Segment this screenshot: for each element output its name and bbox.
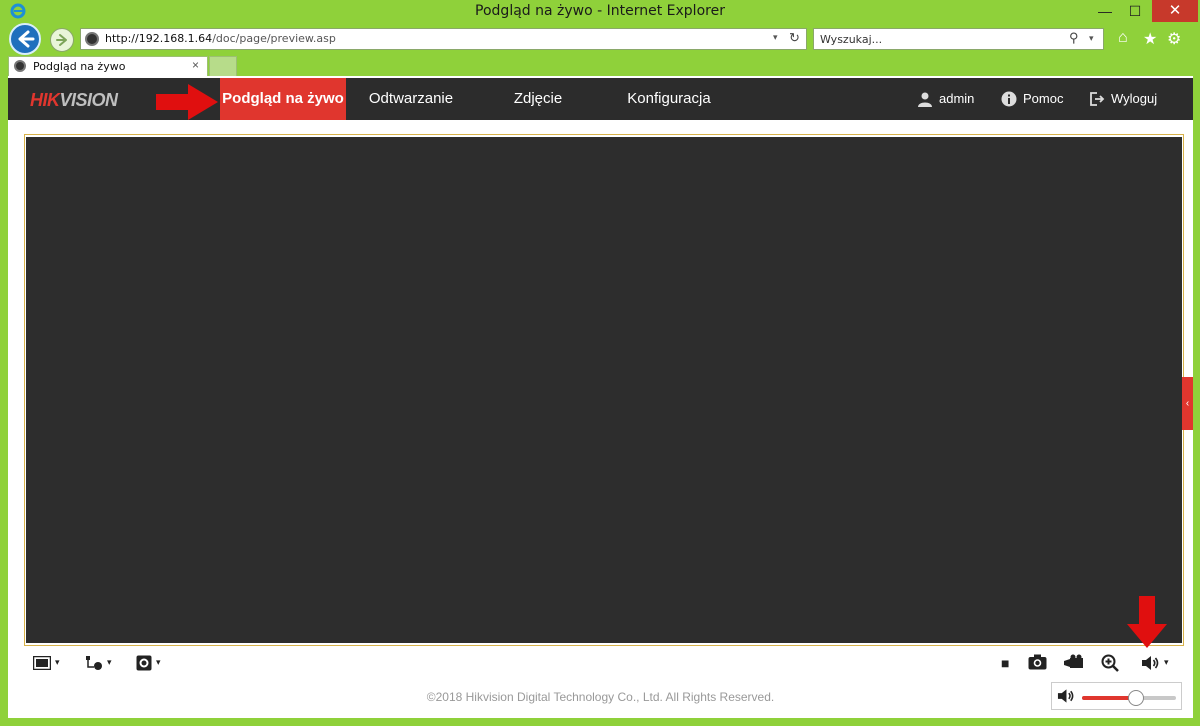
address-bar[interactable]: http://192.168.1.64/doc/page/preview.asp… — [80, 28, 807, 50]
browser-window: Podgląd na żywo - Internet Explorer — ☐ … — [0, 0, 1200, 726]
maximize-button[interactable]: ☐ — [1120, 0, 1150, 22]
refresh-icon[interactable]: ↻ — [789, 30, 800, 46]
zoom-in-icon — [1101, 654, 1119, 672]
live-video-area[interactable] — [26, 137, 1182, 643]
tab-label: Podgląd na żywo — [33, 60, 126, 73]
close-window-button[interactable]: ✕ — [1152, 0, 1198, 22]
annotation-arrow-right-icon — [156, 84, 218, 120]
user-icon — [918, 92, 932, 107]
window-layout-icon — [32, 655, 52, 671]
hikvision-logo: HIKVISION — [30, 90, 118, 110]
forward-arrow-icon — [56, 34, 67, 46]
info-icon — [1001, 91, 1017, 107]
stop-live-view-button[interactable]: ■ — [1001, 655, 1009, 675]
back-arrow-icon — [18, 30, 35, 48]
tab-live-view[interactable]: Podgląd na żywo × — [8, 56, 208, 76]
home-icon[interactable]: ⌂ — [1118, 29, 1128, 47]
window-title: Podgląd na żywo - Internet Explorer — [475, 3, 725, 19]
tab-strip: Podgląd na żywo × — [0, 56, 1200, 76]
volume-slider-track[interactable] — [1082, 690, 1176, 706]
menu-picture[interactable]: Zdjęcie — [498, 78, 578, 120]
user-menu[interactable]: admin — [917, 78, 974, 120]
search-input[interactable]: Wyszukaj... — [820, 33, 882, 46]
volume-popup — [1051, 682, 1182, 710]
back-button[interactable] — [9, 23, 41, 55]
favorites-star-icon[interactable]: ★ — [1143, 29, 1157, 49]
search-icon[interactable]: ⚲ — [1069, 30, 1079, 46]
username-label: admin — [939, 91, 975, 106]
plugin-type-button[interactable]: ▾ — [136, 654, 161, 674]
menu-configuration[interactable]: Konfiguracja — [614, 78, 724, 120]
forward-button[interactable] — [50, 28, 74, 52]
new-tab-button[interactable] — [209, 56, 237, 76]
logout-icon — [1090, 91, 1105, 106]
audio-button[interactable]: ▾ — [1141, 654, 1169, 674]
plugin-player-icon — [136, 655, 152, 671]
stream-type-button[interactable]: ▾ — [85, 654, 112, 674]
search-dropdown-icon[interactable]: ▾ — [1089, 33, 1094, 44]
capture-button[interactable] — [1028, 654, 1047, 674]
minimize-button[interactable]: — — [1090, 0, 1120, 22]
address-dropdown-icon[interactable]: ▾ — [773, 32, 778, 43]
title-bar: Podgląd na żywo - Internet Explorer — ☐ … — [0, 0, 1200, 22]
search-box[interactable]: Wyszukaj... ⚲ ▾ — [813, 28, 1104, 50]
video-player-frame — [24, 134, 1184, 646]
volume-icon — [1057, 689, 1074, 703]
logout-link[interactable]: Wyloguj — [1089, 78, 1157, 120]
help-label: Pomoc — [1023, 91, 1064, 106]
camera-capture-icon — [1028, 654, 1047, 670]
camera-favicon-icon — [85, 32, 99, 46]
tools-gear-icon[interactable]: ⚙ — [1167, 29, 1181, 49]
navigation-bar: http://192.168.1.64/doc/page/preview.asp… — [0, 22, 1200, 56]
menu-playback[interactable]: Odtwarzanie — [356, 78, 466, 120]
speaker-icon — [1142, 655, 1159, 670]
window-division-button[interactable]: ▾ — [32, 654, 60, 674]
digital-zoom-button[interactable] — [1101, 654, 1119, 674]
record-button[interactable] — [1064, 654, 1084, 674]
video-record-icon — [1064, 654, 1083, 668]
address-url: http://192.168.1.64/doc/page/preview.asp — [105, 32, 336, 45]
menu-live-view[interactable]: Podgląd na żywo — [220, 78, 346, 120]
tab-close-icon[interactable]: × — [192, 58, 199, 72]
camera-favicon-icon — [14, 60, 26, 72]
page-viewport: HIKVISION Podgląd na żywo Odtwarzanie Zd… — [8, 76, 1193, 718]
ptz-panel-toggle[interactable]: ‹ — [1182, 377, 1193, 430]
help-link[interactable]: Pomoc — [1001, 78, 1063, 120]
volume-slider-handle[interactable] — [1128, 690, 1144, 706]
copyright-footer: ©2018 Hikvision Digital Technology Co., … — [426, 690, 775, 704]
logout-label: Wyloguj — [1111, 91, 1158, 106]
annotation-arrow-down-icon — [1127, 596, 1167, 648]
player-toolbar: ▾ ▾ ▾ ■ ▾ — [24, 646, 1184, 682]
stream-settings-icon — [86, 655, 102, 670]
